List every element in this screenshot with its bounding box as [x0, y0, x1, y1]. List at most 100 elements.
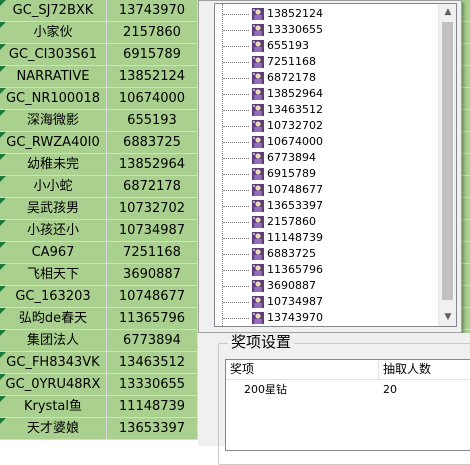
list-item[interactable]: 3690887: [215, 278, 435, 294]
list-item-label: 13852964: [267, 87, 323, 100]
name-cell[interactable]: GC_0YRU48RX: [0, 374, 107, 396]
name-cell[interactable]: Krystal鱼: [0, 396, 107, 418]
name-cell[interactable]: GC_NR100018: [0, 88, 107, 110]
person-icon: [252, 152, 264, 164]
name-cell[interactable]: CA967: [0, 242, 107, 264]
list-item-label: 7251168: [267, 55, 316, 68]
name-cell[interactable]: 吴武孩男: [0, 198, 107, 220]
column-header-prize[interactable]: 奖项: [230, 360, 254, 379]
id-cell[interactable]: 2157860: [107, 22, 198, 44]
list-item[interactable]: 6915789: [215, 166, 435, 182]
person-icon: [252, 200, 264, 212]
id-cell[interactable]: 6883725: [107, 132, 198, 154]
count-cell[interactable]: 20: [383, 382, 397, 398]
name-cell[interactable]: 弘昀de春天: [0, 308, 107, 330]
text-number-indicator-icon: [0, 44, 6, 50]
name-cell[interactable]: 幼稚未完: [0, 154, 107, 176]
name-cell[interactable]: 天才婆娘: [0, 418, 107, 440]
text-number-indicator-icon: [0, 286, 6, 292]
id-cell[interactable]: 6915789: [107, 44, 198, 66]
list-item[interactable]: 6883725: [215, 246, 435, 262]
list-item[interactable]: 655193: [215, 38, 435, 54]
prize-cell[interactable]: 200星钻: [244, 382, 287, 398]
person-icon: [252, 24, 264, 36]
text-number-indicator-icon: [0, 308, 6, 314]
list-item[interactable]: 6773894: [215, 150, 435, 166]
prize-table-header: 奖项 抽取人数: [226, 360, 470, 380]
text-number-indicator-icon: [0, 88, 6, 94]
name-cell[interactable]: 小孩还小: [0, 220, 107, 242]
name-cell[interactable]: 深海微影: [0, 110, 107, 132]
id-cell[interactable]: 11148739: [107, 396, 198, 418]
column-header-count[interactable]: 抽取人数: [383, 360, 431, 379]
id-cell[interactable]: 13852124: [107, 66, 198, 88]
list-item[interactable]: 2157860: [215, 214, 435, 230]
list-item-label: 10748677: [267, 183, 323, 196]
id-cell[interactable]: 13743970: [107, 0, 198, 22]
name-cell[interactable]: NARRATIVE: [0, 66, 107, 88]
member-id-dropdown[interactable]: 13852124 13330655 655193 7251168 6872178 1385…: [198, 0, 462, 333]
name-cell[interactable]: 小家伙: [0, 22, 107, 44]
list-item[interactable]: 10748677: [215, 182, 435, 198]
person-icon: [252, 280, 264, 292]
list-item[interactable]: 13653397: [215, 198, 435, 214]
person-icon: [252, 40, 264, 52]
person-icon: [252, 312, 264, 324]
text-number-indicator-icon: [0, 132, 6, 138]
list-item-label: 6872178: [267, 71, 316, 84]
person-icon: [252, 72, 264, 84]
list-item[interactable]: 10734987: [215, 294, 435, 310]
id-cell[interactable]: 7251168: [107, 242, 198, 264]
id-cell[interactable]: 11365796: [107, 308, 198, 330]
member-id-list[interactable]: 13852124 13330655 655193 7251168 6872178 1385…: [214, 3, 457, 327]
name-cell[interactable]: GC_163203: [0, 286, 107, 308]
sheet-row: GC_FH8343VK 13463512: [0, 352, 198, 374]
list-item-label: 3690887: [267, 279, 316, 292]
name-cell[interactable]: GC_SJ72BXK: [0, 0, 107, 22]
list-item-label: 10674000: [267, 135, 323, 148]
list-item[interactable]: 13463512: [215, 102, 435, 118]
text-number-indicator-icon: [0, 22, 6, 28]
id-cell[interactable]: 13852964: [107, 154, 198, 176]
scroll-up-arrow-icon[interactable]: ▲: [439, 4, 456, 21]
name-cell[interactable]: 小小蛇: [0, 176, 107, 198]
list-item[interactable]: 10674000: [215, 134, 435, 150]
id-cell[interactable]: 10674000: [107, 88, 198, 110]
name-cell[interactable]: 飞相天下: [0, 264, 107, 286]
id-cell[interactable]: 3690887: [107, 264, 198, 286]
name-cell[interactable]: GC_FH8343VK: [0, 352, 107, 374]
list-item-label: 13330655: [267, 23, 323, 36]
sheet-row: 小小蛇 6872178: [0, 176, 198, 198]
list-item[interactable]: 13330655: [215, 22, 435, 38]
name-cell[interactable]: GC_RWZA40I0: [0, 132, 107, 154]
id-cell[interactable]: 6872178: [107, 176, 198, 198]
id-cell[interactable]: 10732702: [107, 198, 198, 220]
list-item[interactable]: 10732702: [215, 118, 435, 134]
person-icon: [252, 56, 264, 68]
text-number-indicator-icon: [0, 198, 6, 204]
list-scrollbar[interactable]: ▲ ▼: [438, 4, 456, 326]
id-cell[interactable]: 655193: [107, 110, 198, 132]
scroll-thumb[interactable]: [442, 22, 453, 300]
id-cell[interactable]: 13330655: [107, 374, 198, 396]
list-item-label: 13852124: [267, 7, 323, 20]
name-cell[interactable]: 集团法人: [0, 330, 107, 352]
id-cell[interactable]: 13653397: [107, 418, 198, 440]
list-item[interactable]: 13743970: [215, 310, 435, 326]
text-number-indicator-icon: [0, 264, 6, 270]
id-cell[interactable]: 6773894: [107, 330, 198, 352]
list-item[interactable]: 13852124: [215, 6, 435, 22]
prize-table[interactable]: 奖项 抽取人数 200星钻 20: [225, 359, 470, 451]
prize-settings-panel: 奖项设置 奖项 抽取人数 200星钻 20: [198, 333, 470, 465]
list-item[interactable]: 11148739: [215, 230, 435, 246]
id-cell[interactable]: 10748677: [107, 286, 198, 308]
list-item[interactable]: 11365796: [215, 262, 435, 278]
id-cell[interactable]: 13463512: [107, 352, 198, 374]
list-item[interactable]: 7251168: [215, 54, 435, 70]
list-item-label: 13463512: [267, 103, 323, 116]
scroll-down-arrow-icon[interactable]: ▼: [439, 309, 456, 326]
list-item[interactable]: 6872178: [215, 70, 435, 86]
list-item[interactable]: 13852964: [215, 86, 435, 102]
name-cell[interactable]: GC_CI303S61: [0, 44, 107, 66]
id-cell[interactable]: 10734987: [107, 220, 198, 242]
